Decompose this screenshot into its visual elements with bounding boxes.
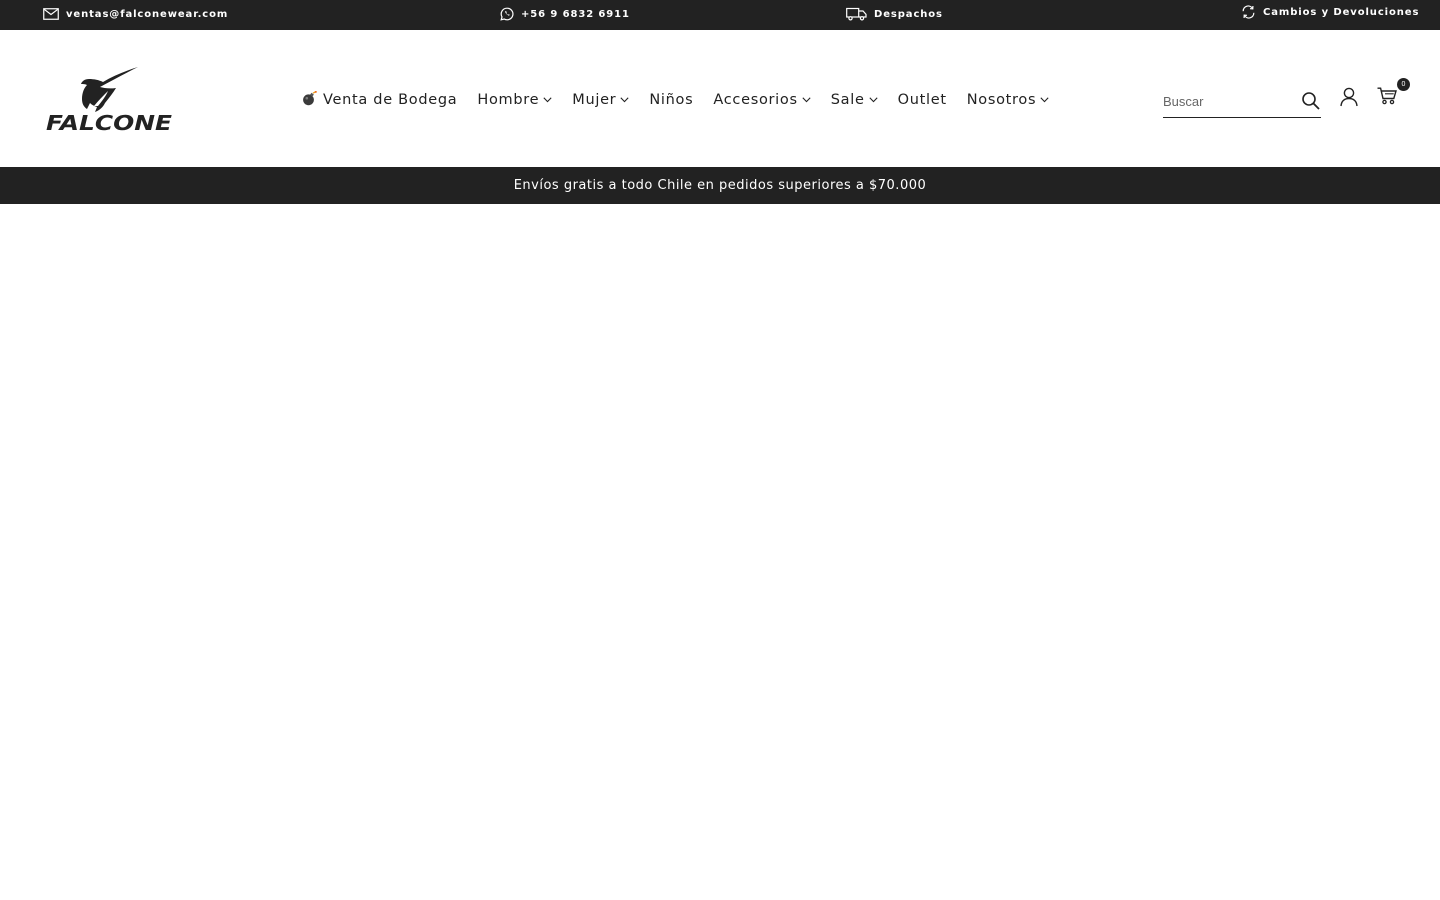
phone-text: +56 9 6832 6911	[521, 8, 630, 20]
nav-item-nosotros[interactable]: Nosotros	[967, 92, 1050, 108]
envelope-icon	[43, 8, 59, 20]
nav-label: Outlet	[897, 92, 947, 108]
cart-count-badge: 0	[1397, 78, 1410, 91]
whatsapp-link[interactable]: +56 9 6832 6911	[500, 0, 630, 28]
site-header: FALCONE Venta de Bodega Hombre Mujer Niñ…	[0, 30, 1440, 167]
main-navigation: Venta de Bodega Hombre Mujer Niños Acces…	[302, 87, 1049, 113]
chevron-down-icon	[543, 97, 552, 103]
top-utility-bar: ventas@falconewear.com +56 9 6832 6911 D…	[0, 0, 1440, 30]
announcement-text: Envíos gratis a todo Chile en pedidos su…	[513, 178, 927, 193]
email-text: ventas@falconewear.com	[66, 8, 229, 20]
nav-label: Mujer	[572, 92, 617, 108]
search-box	[1163, 86, 1321, 118]
truck-icon	[846, 7, 867, 21]
user-icon	[1340, 87, 1358, 107]
main-content	[0, 204, 1440, 900]
logo-wordmark: FALCONE	[46, 111, 172, 132]
chevron-down-icon	[868, 97, 878, 103]
nav-label: Nosotros	[966, 92, 1037, 108]
returns-text: Cambios y Devoluciones	[1263, 6, 1420, 18]
nav-item-venta-de-bodega[interactable]: Venta de Bodega	[302, 90, 458, 110]
nav-label: Accesorios	[713, 92, 798, 108]
bomb-icon	[302, 90, 317, 110]
brand-logo[interactable]: FALCONE	[45, 66, 175, 132]
falcon-logo-icon: FALCONE	[46, 67, 172, 132]
chevron-down-icon	[1040, 97, 1049, 103]
chevron-down-icon	[620, 97, 629, 103]
email-link[interactable]: ventas@falconewear.com	[43, 0, 228, 28]
whatsapp-icon	[500, 7, 514, 21]
nav-label: Venta de Bodega	[323, 92, 458, 108]
nav-label: Niños	[649, 92, 694, 108]
cart-button[interactable]: 0	[1377, 77, 1411, 111]
announcement-bar: Envíos gratis a todo Chile en pedidos su…	[0, 167, 1440, 204]
nav-item-mujer[interactable]: Mujer	[572, 92, 629, 108]
nav-label: Hombre	[477, 92, 540, 108]
returns-link[interactable]: Cambios y Devoluciones	[1241, 0, 1419, 26]
nav-item-hombre[interactable]: Hombre	[477, 92, 552, 108]
nav-item-ninos[interactable]: Niños	[649, 92, 693, 108]
nav-label: Sale	[830, 92, 865, 108]
search-button[interactable]	[1301, 91, 1321, 111]
account-button[interactable]	[1340, 87, 1358, 107]
nav-item-sale[interactable]: Sale	[831, 92, 878, 108]
shipping-text: Despachos	[874, 8, 943, 20]
search-input[interactable]	[1163, 86, 1295, 116]
chevron-down-icon	[802, 97, 811, 103]
search-icon	[1302, 92, 1320, 110]
nav-item-outlet[interactable]: Outlet	[898, 92, 947, 108]
cart-icon	[1377, 87, 1397, 105]
shipping-link[interactable]: Despachos	[846, 0, 943, 28]
refresh-icon	[1242, 5, 1255, 19]
nav-item-accesorios[interactable]: Accesorios	[713, 92, 811, 108]
